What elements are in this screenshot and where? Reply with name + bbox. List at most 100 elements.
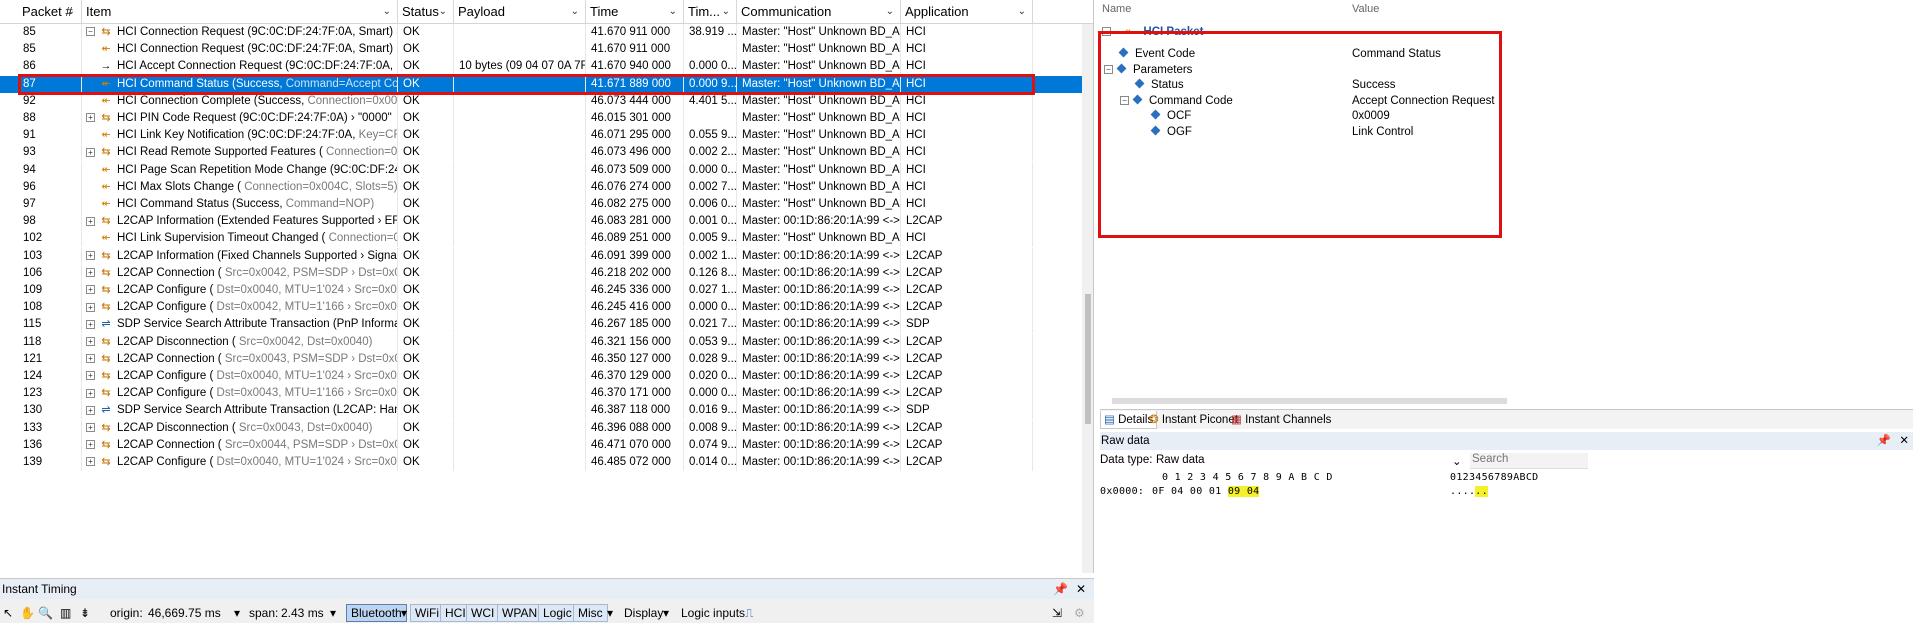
item-text: HCI Link Supervision Timeout Changed ( — [117, 232, 326, 245]
table-row[interactable]: 85− ⇆ HCI Connection Request (9C:0C:DF:24:… — [0, 24, 1093, 41]
table-row[interactable]: 92 ↞ HCI Connection Complete (Success, Con… — [0, 92, 1093, 110]
table-row[interactable]: 108 + ⇆ L2CAP Configure ( Dst=0x0042, MTU=1… — [0, 299, 1093, 317]
table-row[interactable]: 121 + ⇆ L2CAP Connection ( Src=0x0043, PSM=… — [0, 350, 1093, 368]
waveform-icon[interactable]: ⎍ — [745, 604, 753, 622]
pointer-icon[interactable]: ↖ — [3, 604, 13, 622]
settings-icon[interactable]: ⚙ — [1074, 604, 1085, 622]
table-row[interactable]: 123 + ⇆ L2CAP Configure ( Dst=0x0043, MTU=1… — [0, 385, 1093, 403]
expand-icon[interactable]: + — [86, 354, 95, 364]
span-value[interactable]: 2.43 ms — [281, 604, 324, 622]
chip-dropdown-icon[interactable]: ▾ — [607, 604, 613, 622]
table-row[interactable]: 139 + ⇆ L2CAP Configure ( Dst=0x0040, MTU=1… — [0, 454, 1093, 471]
filter-chip-wpan[interactable]: WPAN — [497, 604, 543, 622]
close-icon[interactable]: ✕ — [1076, 579, 1086, 599]
filter-chip-wci[interactable]: WCI — [466, 604, 500, 622]
filter-chip-logic[interactable]: Logic — [538, 604, 577, 622]
tab-instant-piconet[interactable]: ❂ Instant Piconet — [1146, 411, 1241, 429]
vertical-scrollbar[interactable] — [1082, 24, 1093, 573]
hand-icon[interactable]: ✋ — [20, 604, 35, 622]
display-menu[interactable]: Display — [624, 604, 663, 622]
view-toggle-icon[interactable]: ▥ — [60, 604, 71, 622]
col-header-delta[interactable]: Tim... ⌄ — [684, 0, 737, 24]
marker-icon[interactable]: ⇟ — [80, 604, 90, 622]
hex-bytes[interactable]: 0F 04 00 01 09 04 — [1152, 486, 1260, 497]
expand-icon[interactable]: + — [86, 285, 95, 295]
tree-root[interactable]: − ↞ HCI Packet — [1102, 23, 1204, 42]
expand-icon[interactable]: + — [86, 405, 95, 415]
table-row[interactable]: 118 + ⇆ L2CAP Disconnection ( Src=0x0042, D… — [0, 333, 1093, 351]
expand-icon[interactable]: + — [86, 268, 95, 278]
table-row[interactable]: 136 + ⇆ L2CAP Connection ( Src=0x0044, PSM=… — [0, 436, 1093, 454]
cell-item: + ⇆ L2CAP Information (Fixed Channels Supp… — [82, 247, 398, 265]
collapse-icon[interactable]: − — [86, 27, 95, 37]
table-row[interactable]: 103 + ⇆ L2CAP Information (Fixed Channels S… — [0, 247, 1093, 265]
col-header-payload[interactable]: Payload ⌄ — [454, 0, 586, 24]
origin-value[interactable]: 46,669.75 ms — [148, 604, 221, 622]
collapse-icon[interactable]: − — [1102, 27, 1111, 37]
transaction-icon: ⇆ — [101, 112, 111, 124]
expand-icon[interactable]: + — [86, 251, 95, 261]
col-header-status[interactable]: Status ⌄ — [398, 0, 454, 24]
col-header-communication[interactable]: Communication ⌄ — [737, 0, 901, 24]
filter-chip-wifi[interactable]: WiFi — [410, 604, 444, 622]
expand-icon[interactable]: + — [86, 113, 95, 123]
pin-icon[interactable]: 📌 — [1877, 432, 1891, 450]
cell-item: + ⇆ L2CAP Configure ( Dst=0x0040, MTU=1'02… — [82, 454, 398, 471]
table-row[interactable]: 94 ↞ HCI Page Scan Repetition Mode Change … — [0, 161, 1093, 179]
expand-icon[interactable]: + — [86, 388, 95, 398]
search-input[interactable]: Search — [1470, 453, 1588, 469]
expand-icon[interactable]: + — [86, 457, 95, 467]
expand-icon[interactable]: + — [86, 371, 95, 381]
field-icon — [1116, 63, 1127, 74]
zoom-icon[interactable]: 🔍 — [38, 604, 53, 622]
expand-icon[interactable]: + — [86, 147, 95, 157]
expand-icon[interactable]: + — [86, 302, 95, 312]
pin-icon[interactable]: 📌 — [1053, 579, 1068, 599]
filter-chip-bluetooth[interactable]: Bluetooth — [346, 604, 407, 622]
table-row[interactable]: 88 + ⇆ HCI PIN Code Request (9C:0C:DF:24:7F… — [0, 110, 1093, 127]
col-header-application[interactable]: Application ⌄ — [901, 0, 1033, 24]
table-row[interactable]: 96 ↞ HCI Max Slots Change ( Connection=0x0… — [0, 178, 1093, 196]
col-header-item[interactable]: Item ⌄ — [82, 0, 398, 24]
origin-dropdown-icon[interactable]: ▾ — [234, 604, 240, 622]
tab-instant-channels[interactable]: ▦ Instant Channels — [1228, 411, 1334, 429]
display-dropdown-icon[interactable]: ▾ — [663, 604, 669, 622]
filter-chip-misc[interactable]: Misc — [573, 604, 608, 622]
table-row[interactable]: 98 + ⇆ L2CAP Information (Extended Features… — [0, 213, 1093, 231]
expand-icon[interactable]: + — [86, 216, 95, 226]
table-row[interactable]: 93 + ⇆ HCI Read Remote Supported Features (… — [0, 144, 1093, 162]
col-header-packet-number[interactable]: Packet # ⌄ — [18, 0, 82, 24]
col-header-value[interactable]: Value — [1352, 3, 1379, 15]
table-row[interactable]: 87 ↞ HCI Command Status (Success, Command=… — [0, 75, 1093, 93]
table-row[interactable]: 115 + ⇌ SDP Service Search Attribute Transa… — [0, 316, 1093, 334]
expand-icon[interactable]: + — [86, 337, 95, 347]
table-row[interactable]: 86 → HCI Accept Connection Request (9C:0C:… — [0, 58, 1093, 76]
table-row[interactable]: 106 + ⇆ L2CAP Connection ( Src=0x0042, PSM=… — [0, 264, 1093, 282]
packet-list-panel: Packet # ⌄ Item ⌄ Status ⌄ Payload ⌄ Time ⌄ T… — [0, 0, 1094, 573]
close-icon[interactable]: ✕ — [1899, 432, 1909, 450]
table-row[interactable]: 85 ↞ HCI Connection Request (9C:0C:DF:24:7… — [0, 41, 1093, 59]
table-row[interactable]: 133 + ⇆ L2CAP Disconnection ( Src=0x0043, D… — [0, 419, 1093, 437]
col-header-time[interactable]: Time ⌄ — [586, 0, 684, 24]
cell-comm: Master: 00:1D:86:20:1A:99 <-> Sla... — [737, 282, 901, 299]
data-type-dropdown-icon[interactable]: ⌄ — [1452, 454, 1462, 468]
scrollbar-thumb[interactable] — [1085, 294, 1091, 424]
tree-node[interactable]: OGF — [1150, 123, 1192, 142]
table-row[interactable]: 130 + ⇌ SDP Service Search Attribute Transa… — [0, 402, 1093, 420]
export-icon[interactable]: ⇲ — [1052, 604, 1062, 622]
col-header-name[interactable]: Name — [1102, 3, 1131, 15]
expand-icon[interactable]: + — [86, 440, 95, 450]
table-row[interactable]: 91 ↞ HCI Link Key Notification (9C:0C:DF:2… — [0, 127, 1093, 145]
table-row[interactable]: 102 ↞ HCI Link Supervision Timeout Changed… — [0, 230, 1093, 248]
expand-icon[interactable]: + — [86, 319, 95, 329]
collapse-icon[interactable]: − — [1120, 96, 1129, 106]
table-row[interactable]: 109 + ⇆ L2CAP Configure ( Dst=0x0040, MTU=1… — [0, 282, 1093, 299]
table-row[interactable]: 124 + ⇆ L2CAP Configure ( Dst=0x0040, MTU=1… — [0, 368, 1093, 385]
collapse-icon[interactable]: − — [1104, 65, 1113, 75]
span-dropdown-icon[interactable]: ▾ — [330, 604, 336, 622]
horizontal-scrollbar[interactable] — [1112, 398, 1507, 404]
table-row[interactable]: 97 ↞ HCI Command Status (Success, Command=… — [0, 196, 1093, 213]
chip-dropdown-icon[interactable]: ▾ — [401, 604, 407, 622]
data-type-select[interactable]: Raw data — [1156, 454, 1205, 466]
expand-icon[interactable]: + — [86, 423, 95, 433]
